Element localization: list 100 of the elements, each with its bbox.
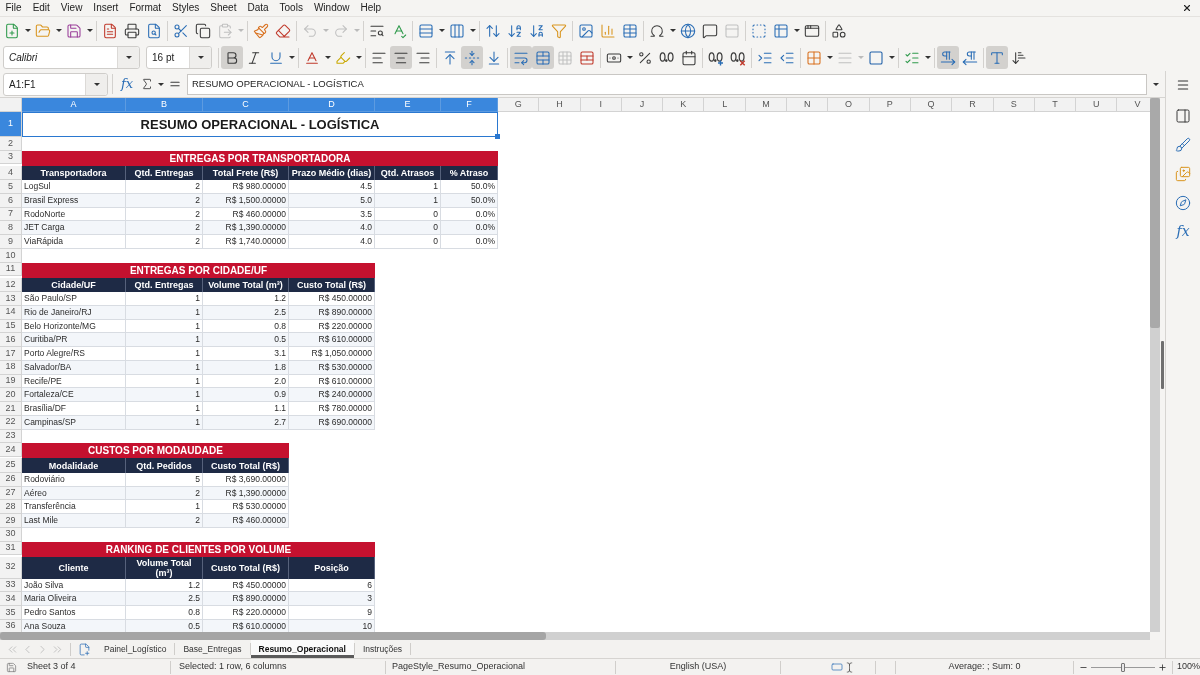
- row-header[interactable]: 1: [0, 112, 22, 137]
- row-header[interactable]: 5: [0, 180, 22, 194]
- menu-item[interactable]: Insert: [87, 1, 124, 15]
- zoom-percentage[interactable]: 100%: [1173, 660, 1200, 674]
- align-center-button[interactable]: [390, 46, 412, 69]
- table-cell: Maria Oliveira: [22, 592, 126, 606]
- language[interactable]: English (USA): [669, 660, 727, 674]
- row-header[interactable]: 34: [0, 592, 22, 606]
- row-header[interactable]: 13: [0, 292, 22, 306]
- row-header[interactable]: 32: [0, 556, 22, 579]
- table-cell: 1: [126, 292, 203, 306]
- menu-item[interactable]: Help: [355, 1, 387, 15]
- column-heading: Modalidade: [22, 458, 126, 473]
- column-header[interactable]: B: [126, 98, 203, 112]
- font-size-box[interactable]: 16 pt: [146, 46, 212, 69]
- text-cursor-icon[interactable]: [844, 661, 855, 673]
- slider-thumb[interactable]: [1121, 662, 1125, 672]
- scroll-thumb[interactable]: [0, 632, 546, 640]
- sheet-tab[interactable]: Instruções: [354, 640, 411, 658]
- name-box[interactable]: A1:F1: [3, 72, 108, 96]
- menu-item[interactable]: Sheet: [204, 1, 242, 15]
- column-header[interactable]: T: [1034, 98, 1077, 112]
- selection-info: Selected: 1 row, 6 columns: [179, 661, 287, 672]
- menu-item[interactable]: View: [55, 1, 88, 15]
- column-header[interactable]: M: [745, 98, 788, 112]
- column-header[interactable]: F: [441, 98, 498, 112]
- column-header[interactable]: D: [289, 98, 375, 112]
- function-wizard-button[interactable]: fx: [117, 73, 137, 95]
- column-header[interactable]: P: [869, 98, 911, 112]
- bold-button[interactable]: [221, 46, 243, 69]
- column-header[interactable]: O: [828, 98, 870, 112]
- column-header[interactable]: A: [22, 98, 126, 112]
- row-header[interactable]: 8: [0, 221, 22, 236]
- row-header[interactable]: 21: [0, 402, 22, 416]
- menu-item[interactable]: Window: [308, 1, 355, 15]
- sheet-tab[interactable]: Base_Entregas: [175, 640, 250, 658]
- sidebar-grip[interactable]: [1161, 341, 1164, 389]
- column-header[interactable]: L: [704, 98, 746, 112]
- caret-icon: [158, 82, 164, 86]
- column-header[interactable]: V: [1117, 98, 1150, 112]
- zoom-in-button[interactable]: [1158, 661, 1168, 673]
- column-header[interactable]: U: [1076, 98, 1118, 112]
- table-cell: 0.8: [126, 606, 203, 620]
- merge-center-button[interactable]: [532, 46, 554, 69]
- column-header[interactable]: I: [580, 98, 622, 112]
- horizontal-text-button[interactable]: [986, 46, 1008, 69]
- menu-item[interactable]: Edit: [27, 1, 56, 15]
- column-header[interactable]: G: [498, 98, 540, 112]
- column-header[interactable]: C: [203, 98, 289, 112]
- row-header[interactable]: 20: [0, 388, 22, 403]
- caret-icon: [55, 29, 62, 32]
- sheet-tab[interactable]: Painel_Logístico: [96, 640, 175, 658]
- font-name-box[interactable]: Calibri: [3, 46, 140, 69]
- column-heading: Qtd. Pedidos: [126, 458, 203, 473]
- sheet-tab[interactable]: Resumo_Operacional: [250, 640, 354, 658]
- table-cell: R$ 780.00000: [289, 402, 375, 416]
- row-header[interactable]: 16: [0, 333, 22, 348]
- row-header[interactable]: 2: [0, 137, 22, 151]
- row-header[interactable]: 35: [0, 606, 22, 620]
- scroll-thumb[interactable]: [1150, 98, 1160, 328]
- column-heading: Cliente: [22, 556, 126, 579]
- row-header[interactable]: 25: [0, 458, 22, 473]
- menu-item[interactable]: Styles: [166, 1, 205, 15]
- row-header[interactable]: 9: [0, 235, 22, 249]
- table-cell: 0.0%: [441, 235, 498, 249]
- pilcrow-right-icon: [940, 49, 956, 66]
- table-cell: ViaRápida: [22, 235, 126, 249]
- table-cell: 1: [126, 347, 203, 361]
- column-header[interactable]: Q: [910, 98, 953, 112]
- column-header[interactable]: K: [663, 98, 705, 112]
- formula-input-field[interactable]: RESUMO OPERACIONAL - LOGÍSTICA: [187, 73, 1147, 95]
- vertical-scrollbar[interactable]: [1150, 98, 1160, 632]
- horizontal-scrollbar[interactable]: [0, 632, 1150, 640]
- fill-handle[interactable]: [495, 134, 500, 139]
- section-title: ENTREGAS POR TRANSPORTADORA: [22, 150, 498, 166]
- column-header[interactable]: S: [993, 98, 1035, 112]
- column-header[interactable]: N: [787, 98, 829, 112]
- arrow-up-to-line-icon: [442, 49, 458, 66]
- column-header[interactable]: R: [952, 98, 994, 112]
- copy-icon: [195, 22, 211, 39]
- menu-item[interactable]: Data: [241, 1, 275, 15]
- menu-item[interactable]: Tools: [274, 1, 309, 15]
- panel-icon: [1175, 107, 1191, 124]
- column-header[interactable]: J: [621, 98, 664, 112]
- row-header[interactable]: 17: [0, 347, 22, 361]
- wrap-text-button[interactable]: [510, 46, 532, 69]
- menu-item[interactable]: Format: [123, 1, 167, 15]
- row-header[interactable]: 28: [0, 500, 22, 514]
- grid-icon: [557, 49, 573, 66]
- menu-item[interactable]: File: [0, 1, 28, 15]
- functions-button[interactable]: fx: [1170, 217, 1196, 246]
- row-header[interactable]: 4: [0, 165, 22, 181]
- row-header[interactable]: 24: [0, 443, 22, 457]
- table-cell: R$ 450.00000: [289, 292, 375, 306]
- column-header[interactable]: H: [539, 98, 581, 112]
- bar-chart-icon: [600, 22, 616, 39]
- row-header[interactable]: 12: [0, 277, 22, 293]
- column-header[interactable]: E: [375, 98, 441, 112]
- left-to-right-button[interactable]: [937, 46, 959, 69]
- row-header[interactable]: 29: [0, 514, 22, 528]
